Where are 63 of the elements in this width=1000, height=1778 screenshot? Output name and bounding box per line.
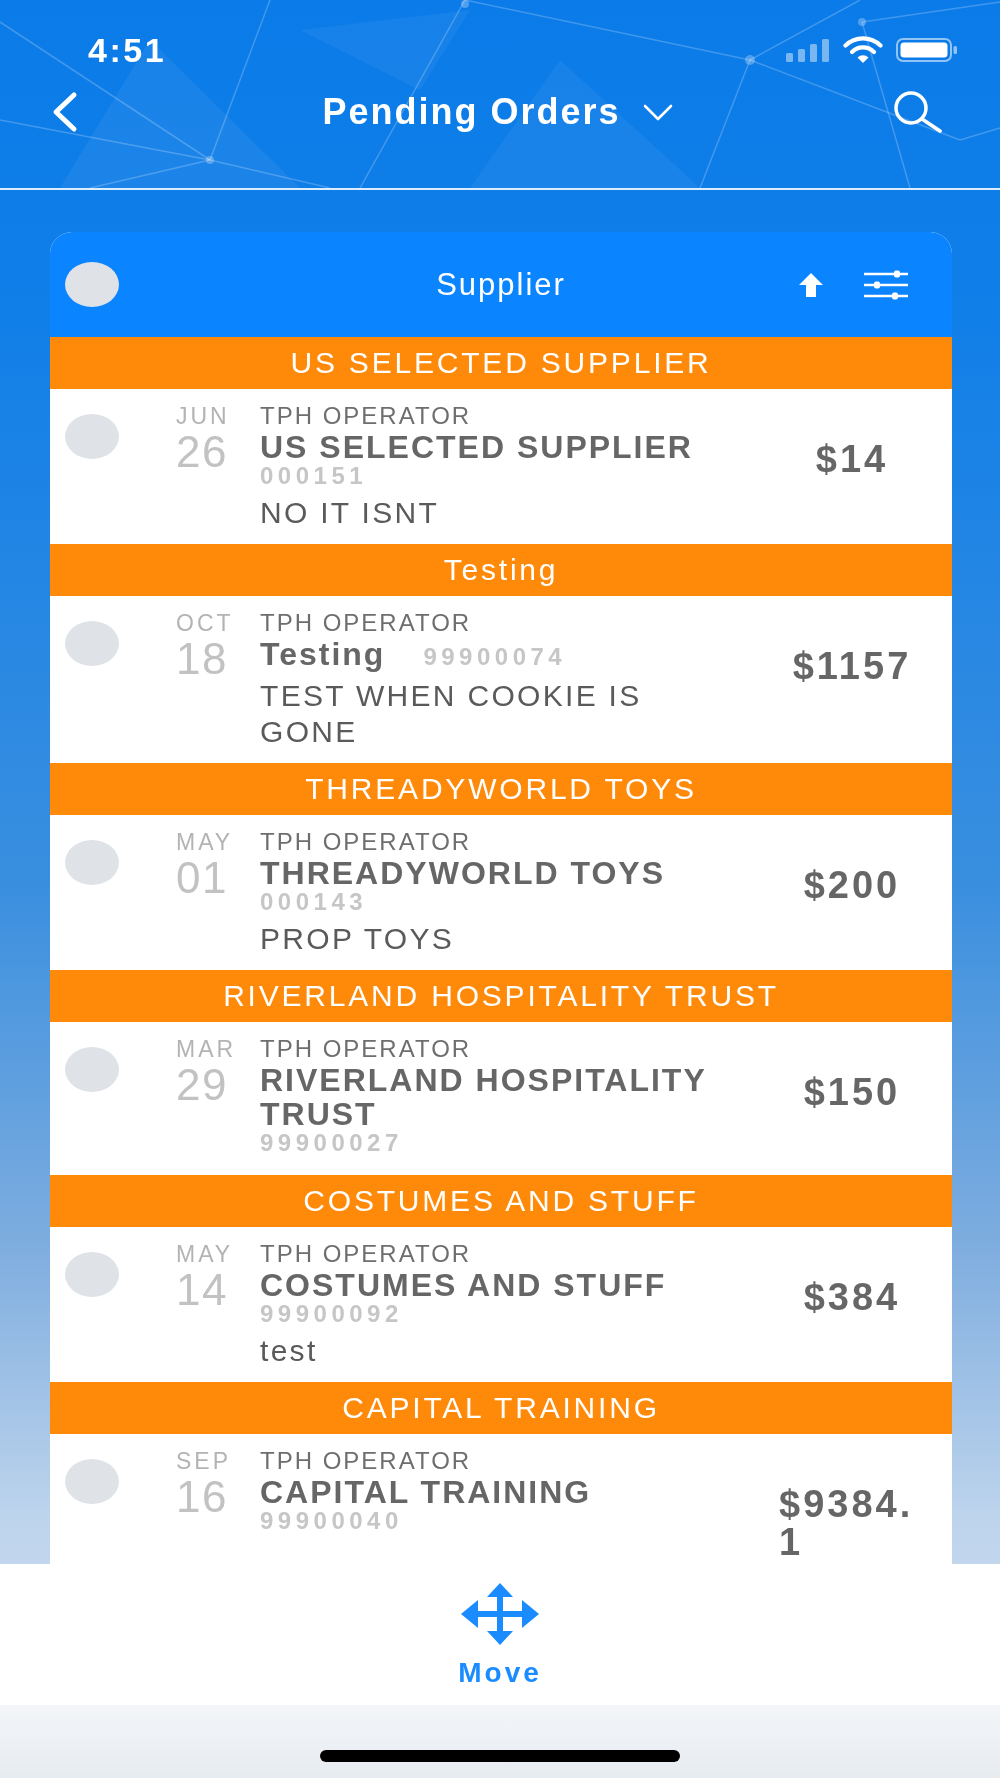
status-time: 4:51 [88, 30, 167, 71]
order-number: 000151 [260, 464, 368, 488]
section-header: CAPITAL TRAINING [50, 1382, 952, 1434]
section-header: THREADYWORLD TOYS [50, 763, 952, 815]
order-day: 01 [176, 856, 228, 900]
order-month: MAY [176, 1240, 234, 1268]
order-day: 26 [176, 430, 228, 474]
order-description: test [260, 1333, 319, 1369]
list-header-title: Supplier [436, 265, 566, 304]
supplier-name: Testing [260, 637, 386, 671]
order-day: 18 [176, 637, 228, 681]
section-header: RIVERLAND HOSPITALITY TRUST [50, 970, 952, 1022]
arrow-up-icon[interactable] [798, 271, 824, 298]
order-checkbox[interactable] [65, 621, 119, 666]
order-amount: $150 [803, 1073, 901, 1111]
title-dropdown[interactable]: Pending Orders [322, 89, 673, 135]
supplier-name: THREADYWORLD TOYS [260, 856, 665, 890]
order-month: SEP [176, 1447, 232, 1475]
section-header: Testing [50, 544, 952, 596]
order-checkbox[interactable] [65, 1252, 119, 1297]
order-checkbox[interactable] [65, 1047, 119, 1092]
order-amount: $200 [803, 866, 901, 904]
supplier-name: CAPITAL TRAINING [260, 1475, 592, 1509]
order-day: 16 [176, 1475, 228, 1519]
signal-icon [786, 38, 830, 62]
section-header: COSTUMES AND STUFF [50, 1175, 952, 1227]
operator-label: TPH OPERATOR [260, 1447, 473, 1475]
order-checkbox[interactable] [65, 414, 119, 459]
operator-label: TPH OPERATOR [260, 1240, 473, 1268]
order-number: 000143 [260, 890, 368, 914]
order-month: MAR [176, 1035, 237, 1063]
order-checkbox[interactable] [65, 840, 119, 885]
order-description: NO IT ISNT [260, 495, 441, 531]
supplier-name: RIVERLAND HOSPITALITY TRUST [260, 1063, 708, 1131]
order-number: 99900092 [260, 1302, 403, 1326]
sliders-icon[interactable] [864, 269, 908, 300]
supplier-name: US SELECTED SUPPLIER [260, 430, 693, 464]
order-number: 99900074 [423, 645, 567, 669]
order-description: TEST WHEN COOKIE IS GONE [260, 678, 643, 750]
order-day: 29 [176, 1063, 228, 1107]
order-amount: $14 [815, 440, 889, 478]
wifi-icon [843, 36, 883, 64]
order-number: 99900040 [260, 1509, 403, 1533]
order-month: JUN [176, 402, 230, 430]
operator-label: TPH OPERATOR [260, 609, 473, 637]
operator-label: TPH OPERATOR [260, 828, 473, 856]
order-amount: $9384.1 [779, 1485, 915, 1561]
order-day: 14 [176, 1268, 228, 1312]
supplier-name: COSTUMES AND STUFF [260, 1268, 667, 1302]
order-checkbox[interactable] [65, 1459, 119, 1504]
order-month: MAY [176, 828, 234, 856]
section-header: US SELECTED SUPPLIER [50, 337, 952, 389]
move-icon [461, 1583, 539, 1645]
order-amount: $384 [803, 1278, 901, 1316]
order-number: 99900027 [260, 1131, 403, 1155]
order-month: OCT [176, 609, 234, 637]
chevron-down-icon [642, 103, 673, 121]
order-description: PROP TOYS [260, 921, 456, 957]
order-amount: $1157 [792, 647, 912, 685]
select-all-checkbox[interactable] [65, 262, 119, 307]
battery-icon [896, 38, 958, 62]
operator-label: TPH OPERATOR [260, 1035, 473, 1063]
operator-label: TPH OPERATOR [260, 402, 473, 430]
